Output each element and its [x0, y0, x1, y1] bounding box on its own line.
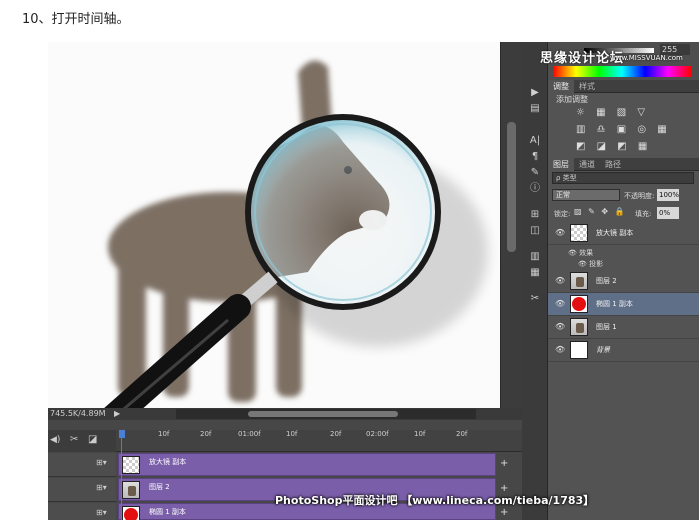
ruler-tick: 20f	[330, 430, 342, 438]
canvas-horizontal-scrollbar[interactable]	[176, 409, 476, 419]
track-menu-icon[interactable]: ⊞▾	[96, 483, 107, 492]
layer-row[interactable]: 👁 图层 2	[548, 270, 699, 293]
watermark-bottom: PhotoShop平面设计吧 【www.lineca.com/tieba/178…	[275, 494, 595, 507]
eye-icon[interactable]: 👁	[578, 260, 589, 268]
info-icon[interactable]: ⓘ	[527, 182, 543, 195]
track-menu-icon[interactable]: ⊞▾	[96, 458, 107, 467]
clip-name: 图层 2	[149, 483, 170, 491]
adjustment-icons-row-1[interactable]: ☼ ▦ ▧ ▽	[576, 107, 649, 118]
layer-thumbnail	[570, 295, 588, 313]
opacity-field[interactable]: 100%	[657, 189, 679, 201]
layers-tabs: 图层 通道 路径	[548, 158, 699, 171]
add-media-icon[interactable]: +	[500, 458, 508, 469]
eye-icon[interactable]: 👁	[568, 249, 579, 257]
track-header[interactable]: ⊞▾	[48, 453, 116, 477]
scroll-thumb[interactable]	[248, 411, 398, 417]
scroll-thumb[interactable]	[507, 122, 516, 252]
status-menu-icon[interactable]: ▶	[114, 408, 120, 420]
page-heading: 10、打开时间轴。	[22, 12, 130, 27]
document-canvas[interactable]	[48, 42, 500, 408]
add-adjustment-label: 添加调整	[556, 95, 588, 104]
layer-thumbnail	[570, 318, 588, 336]
navigator-icon[interactable]: ◫	[527, 224, 543, 237]
adjustment-icons-row-3[interactable]: ◩ ◪ ◩ ▦	[576, 141, 651, 152]
ruler-tick: 10f	[158, 430, 170, 438]
timeline-playhead[interactable]	[119, 430, 125, 520]
effects-label: 效果	[579, 249, 594, 257]
brush-icon[interactable]: ✎	[527, 166, 543, 179]
ruler-tick: 10f	[414, 430, 426, 438]
tab-paths[interactable]: 路径	[600, 158, 626, 171]
tab-adjustments[interactable]: 调整	[548, 80, 574, 93]
layer-row[interactable]: 👁 图层 1	[548, 316, 699, 339]
layer-effect-shadow: 👁 投影	[578, 259, 603, 269]
layer-thumbnail	[570, 224, 588, 242]
track-header[interactable]: ⊞▾	[48, 478, 116, 502]
panel-icon-strip: ▶ ▤ A| ¶ ✎ ⓘ ⊞ ◫ ▥ ▦ ✂	[522, 42, 548, 520]
clip-name: 放大镜 副本	[149, 458, 187, 466]
eye-icon[interactable]: 👁	[555, 228, 565, 237]
timeline-toolbar: ◀) ✂ ◪	[48, 430, 116, 452]
layer-name: 放大镜 副本	[596, 229, 634, 237]
ruler-tick: 20f	[456, 430, 468, 438]
layer-row[interactable]: 👁 背景	[548, 339, 699, 362]
split-icon[interactable]: ✂	[70, 434, 78, 445]
adjustments-tabs: 调整 样式	[548, 80, 699, 93]
track-clip[interactable]: 放大镜 副本	[118, 453, 496, 476]
fill-label: 填充:	[635, 210, 652, 218]
status-bar: 745.5K/4.89M ▶	[48, 408, 522, 420]
color-spectrum[interactable]	[553, 66, 691, 77]
add-media-icon[interactable]: +	[500, 507, 508, 518]
paragraph-icon[interactable]: ¶	[527, 150, 543, 163]
layer-row-selected[interactable]: 👁 椭圆 1 副本	[548, 293, 699, 316]
tab-styles[interactable]: 样式	[574, 80, 600, 93]
track-menu-icon[interactable]: ⊞▾	[96, 508, 107, 517]
actions-icon[interactable]: ▤	[527, 102, 543, 115]
tools-icon[interactable]: ✂	[527, 292, 543, 305]
character-icon[interactable]: A|	[527, 134, 543, 147]
fill-field[interactable]: 0%	[657, 207, 679, 219]
ruler-tick: 01:00f	[238, 430, 261, 438]
ruler-tick: 10f	[286, 430, 298, 438]
layer-name: 图层 2	[596, 277, 617, 285]
lock-icons[interactable]: ▨ ✎ ✥ 🔒	[574, 207, 627, 216]
timeline-ruler[interactable]: 10f 20f 01:00f 10f 20f 02:00f 10f 20f	[116, 430, 522, 452]
notes-icon[interactable]: ▥	[527, 250, 543, 263]
clip-name: 椭圆 1 副本	[149, 508, 186, 516]
clone-source-icon[interactable]: ⊞	[527, 208, 543, 221]
history-icon[interactable]: ▶	[527, 86, 543, 99]
ruler-tick: 20f	[200, 430, 212, 438]
tab-channels[interactable]: 通道	[574, 158, 600, 171]
layer-row[interactable]: 👁 放大镜 副本	[548, 222, 699, 245]
audio-icon[interactable]: ◀)	[50, 435, 60, 445]
eye-icon[interactable]: 👁	[555, 299, 565, 308]
layer-thumbnail	[570, 341, 588, 359]
canvas-vertical-scrollbar[interactable]	[500, 42, 522, 408]
watermark-top-url: www.MISSVUAN.com	[610, 54, 683, 62]
tab-layers[interactable]: 图层	[548, 158, 574, 171]
adjustment-icons-row-2[interactable]: ▥ ♎ ▣ ◎ ▦	[576, 124, 671, 135]
canvas-artwork	[104, 60, 488, 408]
opacity-label: 不透明度:	[624, 192, 655, 200]
lock-label: 锁定:	[554, 210, 571, 218]
eye-icon[interactable]: 👁	[555, 345, 565, 354]
layer-effects: 👁 效果	[568, 248, 593, 258]
eye-icon[interactable]: 👁	[555, 322, 565, 331]
properties-icon[interactable]: ▦	[527, 266, 543, 279]
layer-name: 图层 1	[596, 323, 617, 331]
track-header[interactable]: ⊞▾	[48, 503, 116, 520]
layer-name: 椭圆 1 副本	[596, 300, 633, 308]
layer-filter-dropdown[interactable]: ρ 类型	[552, 172, 694, 184]
eye-icon[interactable]: 👁	[555, 276, 565, 285]
ruler-tick: 02:00f	[366, 430, 389, 438]
transition-icon[interactable]: ◪	[88, 434, 97, 445]
layer-name: 背景	[596, 346, 610, 354]
document-size: 745.5K/4.89M	[50, 409, 106, 418]
shadow-label: 投影	[589, 260, 604, 268]
layer-thumbnail	[570, 272, 588, 290]
blend-mode-select[interactable]: 正常	[552, 189, 620, 201]
